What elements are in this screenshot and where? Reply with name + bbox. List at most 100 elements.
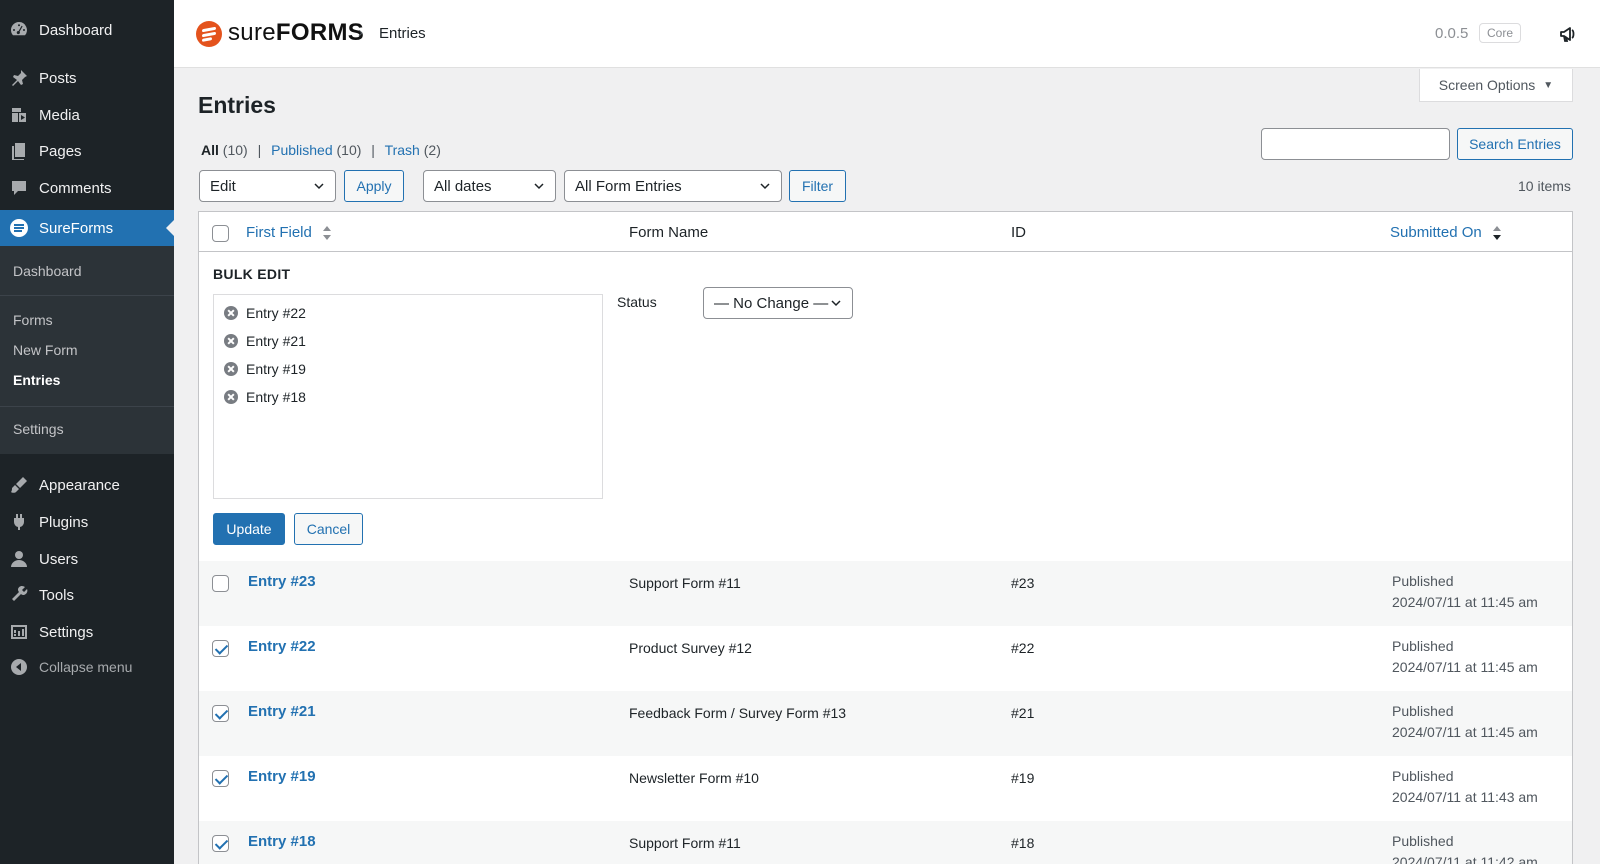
row-checkbox[interactable] [212, 835, 229, 852]
entry-title-link[interactable]: Entry #18 [248, 833, 316, 850]
active-menu-arrow [166, 220, 174, 236]
sidebar-item-label: Comments [39, 179, 112, 197]
row-checkbox[interactable] [212, 705, 229, 722]
form-name-cell: Support Form #11 [629, 575, 741, 591]
sureforms-logo-text: sureFORMS [228, 19, 365, 46]
date-cell: 2024/07/11 at 11:45 am [1392, 659, 1538, 675]
sidebar-item-label: SureForms [39, 219, 114, 237]
sidebar-item-posts[interactable]: Posts [0, 60, 174, 96]
sidebar-item-media[interactable]: Media [0, 97, 174, 133]
entries-table: First Field Form Name ID Submitted On BU… [198, 211, 1573, 864]
date-cell: 2024/07/11 at 11:45 am [1392, 724, 1538, 740]
view-all-count: (10) [222, 142, 248, 158]
form-filter-select[interactable]: All Form Entries [564, 170, 782, 202]
submenu-settings[interactable]: Settings [13, 421, 64, 437]
sidebar-item-users[interactable]: Users [0, 541, 174, 577]
view-filters: All (10) | Published (10) | Trash (2) [201, 142, 441, 158]
sidebar-item-label: Plugins [39, 513, 89, 531]
sidebar-item-comments[interactable]: Comments [0, 170, 174, 206]
sidebar-item-appearance[interactable]: Appearance [0, 467, 174, 503]
remove-circle-icon[interactable] [224, 306, 238, 320]
search-entries-button[interactable]: Search Entries [1457, 128, 1573, 160]
form-name-cell: Product Survey #12 [629, 640, 752, 656]
submenu-new-form[interactable]: New Form [13, 342, 78, 358]
entry-title-link[interactable]: Entry #23 [248, 573, 316, 590]
status-label: Status [617, 294, 657, 310]
filter-button[interactable]: Filter [789, 170, 846, 202]
screen-options-button[interactable]: Screen Options ▼ [1419, 69, 1573, 102]
bulk-entry-item: Entry #21 [224, 333, 306, 349]
sidebar-item-label: Appearance [39, 476, 120, 494]
table-row: Entry #22 Product Survey #12 #22 Publish… [199, 626, 1572, 691]
view-separator: | [257, 142, 262, 158]
row-checkbox[interactable] [212, 770, 229, 787]
date-filter-select[interactable]: All dates [423, 170, 556, 202]
sidebar-item-label: Users [39, 550, 79, 568]
view-all-link[interactable]: All [201, 142, 219, 158]
media-icon [9, 105, 29, 125]
remove-circle-icon[interactable] [224, 362, 238, 376]
sureforms-logo-icon [196, 21, 222, 47]
collapse-menu-label: Collapse menu [39, 659, 133, 675]
plugin-icon [9, 512, 29, 532]
submenu-entries[interactable]: Entries [13, 372, 60, 388]
sidebar-item-tools[interactable]: Tools [0, 577, 174, 613]
date-filter-value: All dates [434, 177, 492, 195]
table-row: Entry #21 Feedback Form / Survey Form #1… [199, 691, 1572, 756]
form-name-cell: Support Form #11 [629, 835, 741, 851]
table-row: Entry #18 Support Form #11 #18 Published… [199, 821, 1572, 864]
submenu-forms[interactable]: Forms [13, 312, 53, 328]
row-checkbox[interactable] [212, 640, 229, 657]
admin-sidebar: Dashboard Posts Media Pages Comments Sur… [0, 0, 174, 864]
status-select-value: — No Change — [714, 294, 829, 312]
bulk-action-select[interactable]: Edit [199, 170, 336, 202]
search-input[interactable] [1261, 128, 1450, 160]
collapse-menu-button[interactable]: Collapse menu [0, 649, 174, 685]
sidebar-item-dashboard[interactable]: Dashboard [0, 12, 174, 48]
status-cell: Published [1392, 768, 1454, 784]
megaphone-icon[interactable] [1558, 22, 1582, 46]
status-cell: Published [1392, 573, 1454, 589]
form-filter-value: All Form Entries [575, 177, 682, 195]
sidebar-item-sureforms[interactable]: SureForms [0, 210, 174, 246]
breadcrumb-separator: › [358, 24, 363, 41]
remove-circle-icon[interactable] [224, 390, 238, 404]
update-button[interactable]: Update [213, 513, 285, 545]
sidebar-item-label: Pages [39, 142, 82, 160]
entry-id-cell: #21 [1011, 705, 1035, 721]
status-cell: Published [1392, 833, 1454, 849]
brush-icon [9, 475, 29, 495]
entry-title-link[interactable]: Entry #22 [248, 638, 316, 655]
submenu-dashboard[interactable]: Dashboard [13, 263, 82, 279]
status-select[interactable]: — No Change — [703, 287, 853, 319]
chevron-down-icon [831, 300, 841, 307]
view-trash-link[interactable]: Trash [385, 142, 420, 158]
screen-options-label: Screen Options [1438, 77, 1536, 93]
chevron-down-icon [534, 183, 544, 190]
date-cell: 2024/07/11 at 11:45 am [1392, 594, 1538, 610]
column-submitted-on[interactable]: Submitted On [1390, 224, 1502, 241]
caret-down-icon: ▼ [1543, 79, 1554, 91]
dashboard-icon [9, 20, 29, 40]
sidebar-item-plugins[interactable]: Plugins [0, 504, 174, 540]
settings-icon [9, 622, 29, 642]
select-all-checkbox[interactable] [212, 225, 229, 242]
entry-title-link[interactable]: Entry #21 [248, 703, 316, 720]
remove-circle-icon[interactable] [224, 334, 238, 348]
sort-desc-icon [1492, 226, 1501, 241]
submenu-divider [0, 406, 174, 407]
column-first-field[interactable]: First Field [246, 224, 332, 241]
cancel-button[interactable]: Cancel [294, 513, 363, 545]
row-checkbox[interactable] [212, 575, 229, 592]
view-trash-count: (2) [423, 142, 441, 158]
sidebar-item-pages[interactable]: Pages [0, 133, 174, 169]
table-row: Entry #19 Newsletter Form #10 #19 Publis… [199, 756, 1572, 821]
entry-title-link[interactable]: Entry #19 [248, 768, 316, 785]
pushpin-icon [9, 68, 29, 88]
apply-button[interactable]: Apply [344, 170, 404, 202]
sidebar-item-settings[interactable]: Settings [0, 614, 174, 650]
bulk-entry-item: Entry #22 [224, 305, 306, 321]
page-title: Entries [198, 92, 276, 118]
view-published-link[interactable]: Published [271, 142, 333, 158]
entry-id-cell: #23 [1011, 575, 1035, 591]
